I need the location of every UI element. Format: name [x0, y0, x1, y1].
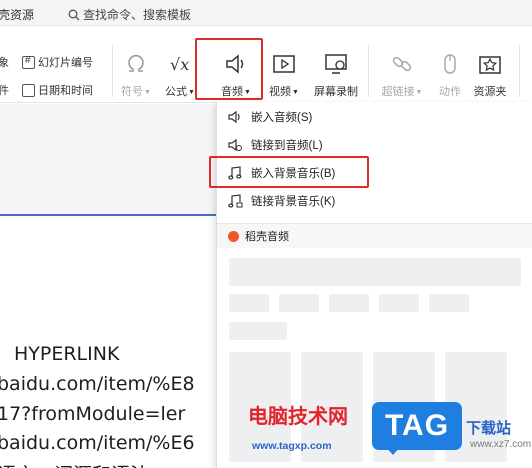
- document-text-line: baidu.com/item/%E6: [0, 432, 195, 454]
- docer-audio-section: 稻壳音频: [217, 224, 532, 248]
- document-text-line: 语言，词源和语法...: [0, 460, 167, 468]
- link-icon: [392, 56, 412, 72]
- menu-item-embed-audio[interactable]: 嵌入音频(S): [227, 107, 312, 127]
- loading-placeholder: [379, 294, 419, 312]
- screen-record-button[interactable]: 屏幕录制: [312, 51, 360, 101]
- menu-item-link-audio[interactable]: 链接到音频(L): [227, 135, 323, 155]
- slide-number-label: 幻灯片编号: [38, 57, 93, 69]
- document-header-band: [0, 104, 216, 214]
- menu-item-label: 嵌入音频(S): [251, 112, 313, 124]
- action-label: 动作: [439, 86, 461, 98]
- hyperlink-label: 超链接: [381, 86, 415, 98]
- loading-placeholder: [279, 294, 319, 312]
- search-icon: [68, 9, 80, 20]
- chevron-down-icon: ▼: [292, 88, 299, 96]
- watermark-tag-logo: TAG: [372, 402, 462, 450]
- menu-item-link-bgm[interactable]: 链接背景音乐(K): [227, 191, 335, 211]
- loading-placeholder: [429, 294, 469, 312]
- screen-record-label: 屏幕录制: [314, 86, 358, 98]
- date-time-button[interactable]: 日期和时间: [22, 82, 93, 98]
- hash-box-icon: #: [22, 55, 35, 69]
- formula-icon: √x: [170, 55, 189, 74]
- loading-placeholder: [229, 258, 521, 286]
- mouse-icon: [444, 54, 456, 74]
- speaker-icon: [228, 110, 240, 124]
- insert-ribbon: 象 件 # 幻灯片编号 日期和时间 符号▼ √x 公式▼ 音频▼ 视频▼ 屏幕录…: [0, 27, 532, 103]
- docer-flame-icon: [228, 230, 239, 242]
- command-search[interactable]: 查找命令、搜索模板: [68, 6, 191, 23]
- object-label: 象: [0, 57, 9, 69]
- chevron-down-icon: ▼: [415, 88, 423, 96]
- audio-highlight-box: [195, 38, 263, 100]
- calendar-icon: [22, 83, 35, 97]
- document-text-line: baidu.com/item/%E8: [0, 373, 195, 395]
- symbol-label: 符号: [121, 86, 144, 98]
- ribbon-separator: [368, 45, 369, 97]
- screen-record-icon: [325, 54, 347, 74]
- watermark-brand-url: www.tagxp.com: [252, 440, 332, 452]
- watermark-tag-tail: [384, 445, 402, 455]
- chevron-down-icon: ▼: [188, 88, 195, 96]
- hyperlink-button[interactable]: 超链接▼: [380, 51, 424, 101]
- watermark-site-url: www.xz7.com: [470, 439, 532, 450]
- symbol-button[interactable]: 符号▼: [114, 51, 158, 101]
- ribbon-separator: [112, 45, 113, 97]
- embed-bgm-highlight-box: [209, 156, 369, 188]
- document-text-line: 17?fromModule=ler: [0, 403, 186, 425]
- search-placeholder: 查找命令、搜索模板: [83, 8, 192, 22]
- top-tab-strip: 稻壳资源 查找命令、搜索模板: [0, 0, 532, 26]
- date-time-label: 日期和时间: [38, 85, 93, 97]
- slide-number-button[interactable]: # 幻灯片编号: [22, 54, 93, 70]
- menu-item-label: 链接到音频(L): [251, 140, 323, 152]
- attachment-button[interactable]: 件: [0, 82, 9, 98]
- document-text-line: HYPERLINK: [14, 343, 120, 365]
- document-rule: [0, 214, 216, 216]
- video-label: 视频: [269, 86, 292, 98]
- tab-docer-resources[interactable]: 稻壳资源: [0, 6, 34, 23]
- ribbon-separator: [519, 45, 520, 97]
- loading-placeholder: [229, 294, 269, 312]
- section-title: 稻壳音频: [245, 231, 289, 243]
- action-button[interactable]: 动作: [428, 51, 472, 101]
- menu-item-label: 链接背景音乐(K): [251, 196, 336, 208]
- formula-label: 公式: [165, 86, 188, 98]
- video-icon: [273, 55, 295, 73]
- loading-placeholder: [229, 322, 287, 340]
- resource-clip-label: 资源夹: [473, 86, 507, 98]
- chevron-down-icon: ▼: [144, 88, 151, 96]
- loading-placeholder: [329, 294, 369, 312]
- linked-music-note-icon: [228, 194, 243, 208]
- watermark-brand-text: 电脑技术网: [248, 404, 348, 428]
- watermark-tag-text: TAG: [384, 409, 450, 442]
- star-folder-icon: [479, 56, 501, 74]
- watermark-site-name: 下载站: [466, 419, 512, 437]
- object-button[interactable]: 象: [0, 54, 9, 70]
- omega-icon: [128, 54, 144, 72]
- attachment-label: 件: [0, 85, 9, 97]
- linked-speaker-icon: [228, 138, 242, 152]
- video-button[interactable]: 视频▼: [262, 51, 306, 101]
- resource-clip-button[interactable]: 资源夹: [468, 51, 512, 101]
- svg-text:√x: √x: [170, 55, 189, 74]
